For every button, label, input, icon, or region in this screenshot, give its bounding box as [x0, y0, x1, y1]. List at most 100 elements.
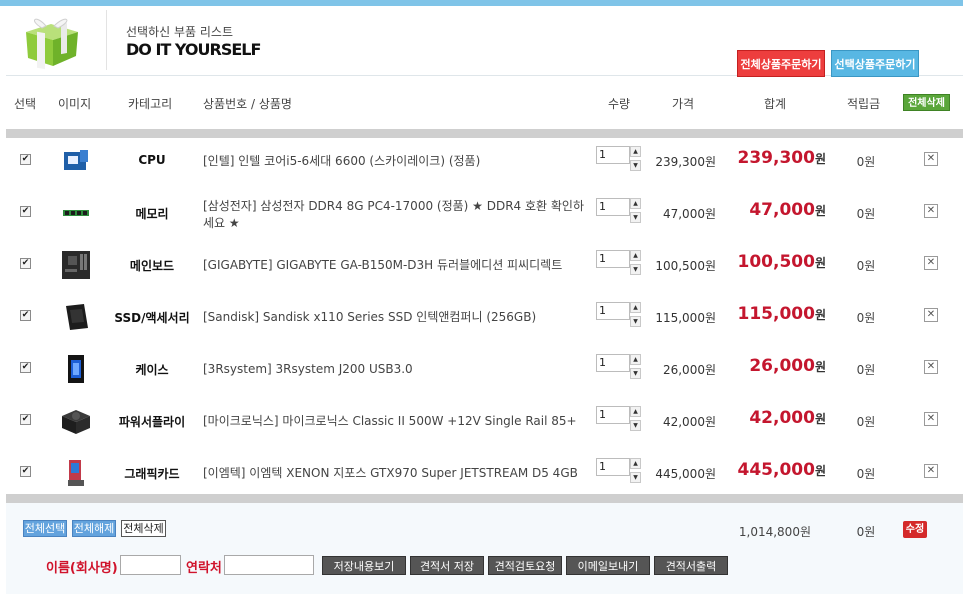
row-product-name[interactable]: [마이크로닉스] 마이크로닉스 Classic II 500W +12V Sin… [203, 413, 588, 430]
row-checkbox[interactable]: ✔ [20, 414, 31, 425]
qty-down-icon[interactable]: ▼ [630, 212, 641, 223]
order-selected-button[interactable]: 선택상품주문하기 [831, 50, 919, 77]
quantity-input[interactable]: 1 [596, 146, 630, 164]
col-select: 선택 [14, 97, 37, 111]
qty-up-icon[interactable]: ▲ [630, 198, 641, 209]
row-checkbox[interactable]: ✔ [20, 258, 31, 269]
row-total-unit: 원 [814, 152, 826, 166]
review-request-button[interactable]: 견적검토요청 [488, 556, 562, 575]
row-total: 115,000원 [726, 304, 826, 324]
qty-down-icon[interactable]: ▼ [630, 160, 641, 171]
row-total-value: 42,000 [749, 408, 815, 428]
row-checkbox[interactable]: ✔ [20, 362, 31, 373]
row-price: 42,000원 [662, 415, 716, 429]
row-delete-icon[interactable]: ✕ [924, 256, 938, 270]
row-total: 47,000원 [726, 200, 826, 220]
row-points: 0원 [856, 311, 876, 325]
qty-up-icon[interactable]: ▲ [630, 146, 641, 157]
contact-input[interactable] [224, 555, 314, 575]
row-delete-icon[interactable]: ✕ [924, 464, 938, 478]
row-product-name[interactable]: [삼성전자] 삼성전자 DDR4 8G PC4-17000 (정품) ★ DDR… [203, 198, 588, 232]
row-checkbox[interactable]: ✔ [20, 154, 31, 165]
row-checkbox[interactable]: ✔ [20, 206, 31, 217]
qty-up-icon[interactable]: ▲ [630, 354, 641, 365]
table-top-divider [6, 129, 963, 138]
qty-down-icon[interactable]: ▼ [630, 316, 641, 327]
gift-box-logo-icon [16, 14, 86, 70]
send-email-button[interactable]: 이메일보내기 [566, 556, 650, 575]
select-all-button[interactable]: 전체선택 [23, 520, 67, 537]
ssd-icon [60, 302, 92, 332]
row-points: 0원 [856, 363, 876, 377]
row-product-name[interactable]: [3Rsystem] 3Rsystem J200 USB3.0 [203, 361, 588, 378]
row-points: 0원 [856, 467, 876, 481]
print-quote-button[interactable]: 견적서출력 [654, 556, 728, 575]
row-points: 0원 [856, 259, 876, 273]
row-product-name[interactable]: [GIGABYTE] GIGABYTE GA-B150M-D3H 듀러블에디션 … [203, 257, 588, 274]
row-total-unit: 원 [814, 204, 826, 218]
row-delete-icon[interactable]: ✕ [924, 152, 938, 166]
qty-up-icon[interactable]: ▲ [630, 458, 641, 469]
row-delete-icon[interactable]: ✕ [924, 308, 938, 322]
row-price: 115,000원 [655, 311, 716, 325]
row-category: 메모리 [135, 207, 169, 221]
delete-all-header-button[interactable]: 전체삭제 [903, 94, 950, 111]
qty-down-icon[interactable]: ▼ [630, 472, 641, 483]
row-checkbox[interactable]: ✔ [20, 310, 31, 321]
col-total: 합계 [764, 97, 787, 111]
view-saved-button[interactable]: 저장내용보기 [322, 556, 406, 575]
row-points: 0원 [856, 155, 876, 169]
quantity-input[interactable]: 1 [596, 302, 630, 320]
row-price: 26,000원 [662, 363, 716, 377]
row-product-name[interactable]: [인텔] 인텔 코어i5-6세대 6600 (스카이레이크) (정품) [203, 153, 588, 170]
qty-down-icon[interactable]: ▼ [630, 264, 641, 275]
table-row: ✔ SSD/액세서리 [Sandisk] Sandisk x110 Series… [6, 294, 963, 346]
sum-points: 0원 [856, 525, 876, 539]
row-checkbox[interactable]: ✔ [20, 466, 31, 477]
quantity-input[interactable]: 1 [596, 198, 630, 216]
row-delete-icon[interactable]: ✕ [924, 204, 938, 218]
name-label: 이름(회사명) [46, 561, 118, 576]
delete-all-button[interactable]: 전체삭제 [121, 520, 166, 537]
col-image: 이미지 [58, 97, 92, 111]
quantity-input[interactable]: 1 [596, 406, 630, 424]
qty-up-icon[interactable]: ▲ [630, 302, 641, 313]
name-input[interactable] [120, 555, 181, 575]
header-title: DO IT YOURSELF [126, 40, 261, 59]
row-price: 47,000원 [662, 207, 716, 221]
table-row: ✔ 파워서플라이 [마이크로닉스] 마이크로닉스 Classic II 500W… [6, 398, 963, 450]
quantity-input[interactable]: 1 [596, 250, 630, 268]
table-row: ✔ 메인보드 [GIGABYTE] GIGABYTE GA-B150M-D3H … [6, 242, 963, 294]
qty-up-icon[interactable]: ▲ [630, 250, 641, 261]
row-product-name[interactable]: [Sandisk] Sandisk x110 Series SSD 인텍앤컴퍼니… [203, 309, 588, 326]
row-category: SSD/액세서리 [114, 311, 190, 325]
deselect-all-button[interactable]: 전체해제 [72, 520, 116, 537]
order-all-button[interactable]: 전체상품주문하기 [737, 50, 825, 77]
row-category: 메인보드 [129, 259, 175, 273]
row-total: 239,300원 [726, 148, 826, 168]
row-delete-icon[interactable]: ✕ [924, 412, 938, 426]
col-product: 상품번호 / 상품명 [203, 97, 292, 111]
row-delete-icon[interactable]: ✕ [924, 360, 938, 374]
row-total: 445,000원 [726, 460, 826, 480]
row-price: 100,500원 [655, 259, 716, 273]
row-total-unit: 원 [814, 308, 826, 322]
quantity-input[interactable]: 1 [596, 458, 630, 476]
row-price: 445,000원 [655, 467, 716, 481]
row-total: 26,000원 [726, 356, 826, 376]
save-quote-button[interactable]: 견적서 저장 [410, 556, 484, 575]
qty-down-icon[interactable]: ▼ [630, 368, 641, 379]
qty-up-icon[interactable]: ▲ [630, 406, 641, 417]
table-row: ✔ CPU [인텔] 인텔 코어i5-6세대 6600 (스카이레이크) (정품… [6, 138, 963, 190]
qty-down-icon[interactable]: ▼ [630, 420, 641, 431]
row-total-value: 445,000 [737, 460, 815, 480]
row-total-unit: 원 [814, 464, 826, 478]
edit-button[interactable]: 수정 [903, 521, 927, 538]
row-product-name[interactable]: [이엠텍] 이엠텍 XENON 지포스 GTX970 Super JETSTRE… [203, 465, 588, 482]
row-category: 케이스 [135, 363, 169, 377]
row-total-value: 115,000 [737, 304, 815, 324]
row-total-unit: 원 [814, 412, 826, 426]
graphics-card-icon [60, 458, 92, 488]
row-price: 239,300원 [655, 155, 716, 169]
quantity-input[interactable]: 1 [596, 354, 630, 372]
